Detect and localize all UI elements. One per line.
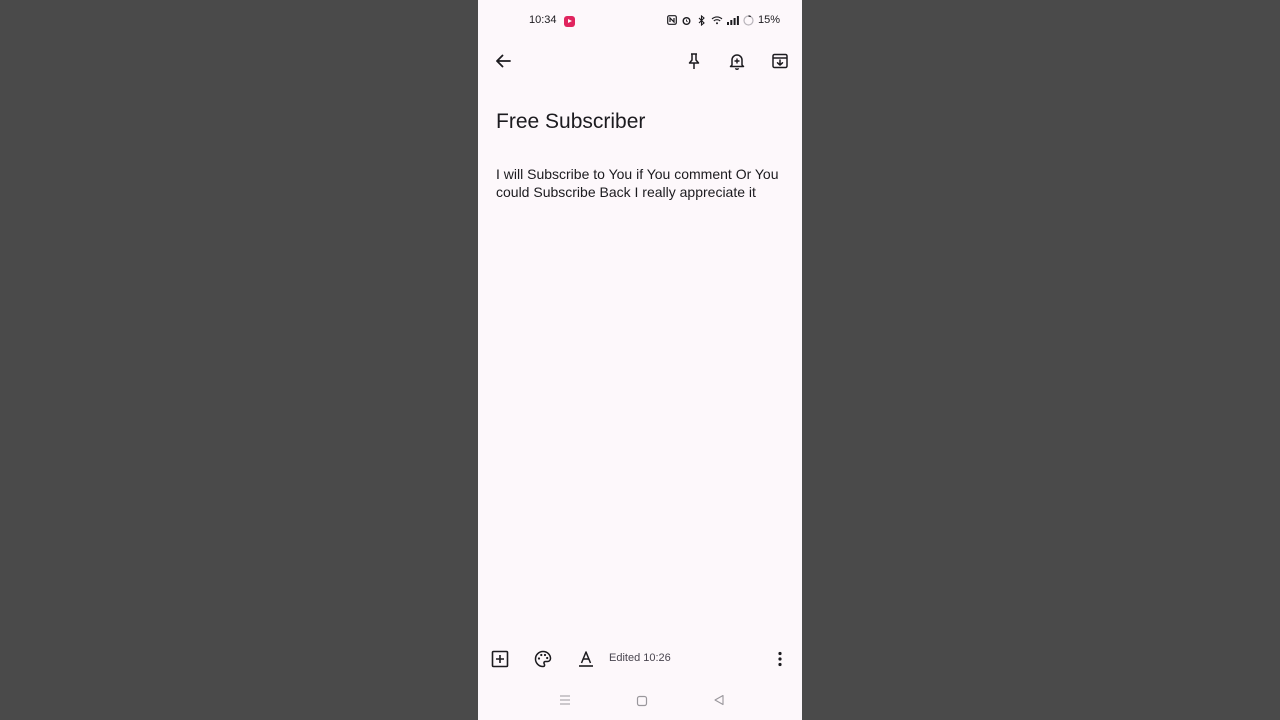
add-box-icon [491, 650, 509, 668]
triangle-back-icon [714, 694, 724, 706]
palette-icon [534, 650, 552, 668]
bell-plus-icon [729, 54, 745, 70]
top-app-bar [478, 42, 802, 80]
back-button[interactable] [489, 47, 517, 75]
status-time: 10:34 [529, 14, 557, 26]
system-back-button[interactable] [713, 693, 725, 711]
nfc-icon [667, 15, 677, 25]
battery-icon [743, 14, 754, 26]
bluetooth-icon [696, 14, 707, 26]
bottom-toolbar: Edited 10:26 [478, 644, 802, 674]
archive-icon [772, 53, 788, 69]
reminder-button[interactable] [723, 47, 751, 75]
wifi-icon [711, 15, 723, 25]
text-format-icon [579, 651, 593, 667]
signal-icon [726, 15, 739, 25]
archive-button[interactable] [766, 47, 794, 75]
add-content-button[interactable] [486, 645, 514, 673]
more-vert-icon [778, 651, 782, 667]
text-format-button[interactable] [572, 645, 600, 673]
pin-icon [688, 53, 700, 69]
square-icon [636, 695, 648, 707]
home-button[interactable] [636, 694, 648, 712]
status-icons: 15% [667, 14, 780, 26]
note-title[interactable]: Free Subscriber [496, 108, 786, 136]
phone-screen: 10:34 15% Free Subscriber I will Subscri… [478, 0, 802, 720]
note-body[interactable]: I will Subscribe to You if You comment O… [496, 165, 794, 201]
status-bar: 10:34 15% [478, 0, 802, 42]
battery-percent: 15% [757, 14, 780, 26]
recents-button[interactable] [559, 693, 571, 711]
arrow-left-icon [496, 54, 511, 68]
youtube-notification-icon [564, 16, 575, 27]
edited-timestamp: Edited 10:26 [609, 652, 671, 664]
alarm-icon [681, 15, 692, 26]
pin-button[interactable] [680, 47, 708, 75]
background-options-button[interactable] [529, 645, 557, 673]
menu-lines-icon [560, 695, 570, 705]
more-options-button[interactable] [766, 645, 794, 673]
system-navigation-bar [478, 686, 802, 714]
